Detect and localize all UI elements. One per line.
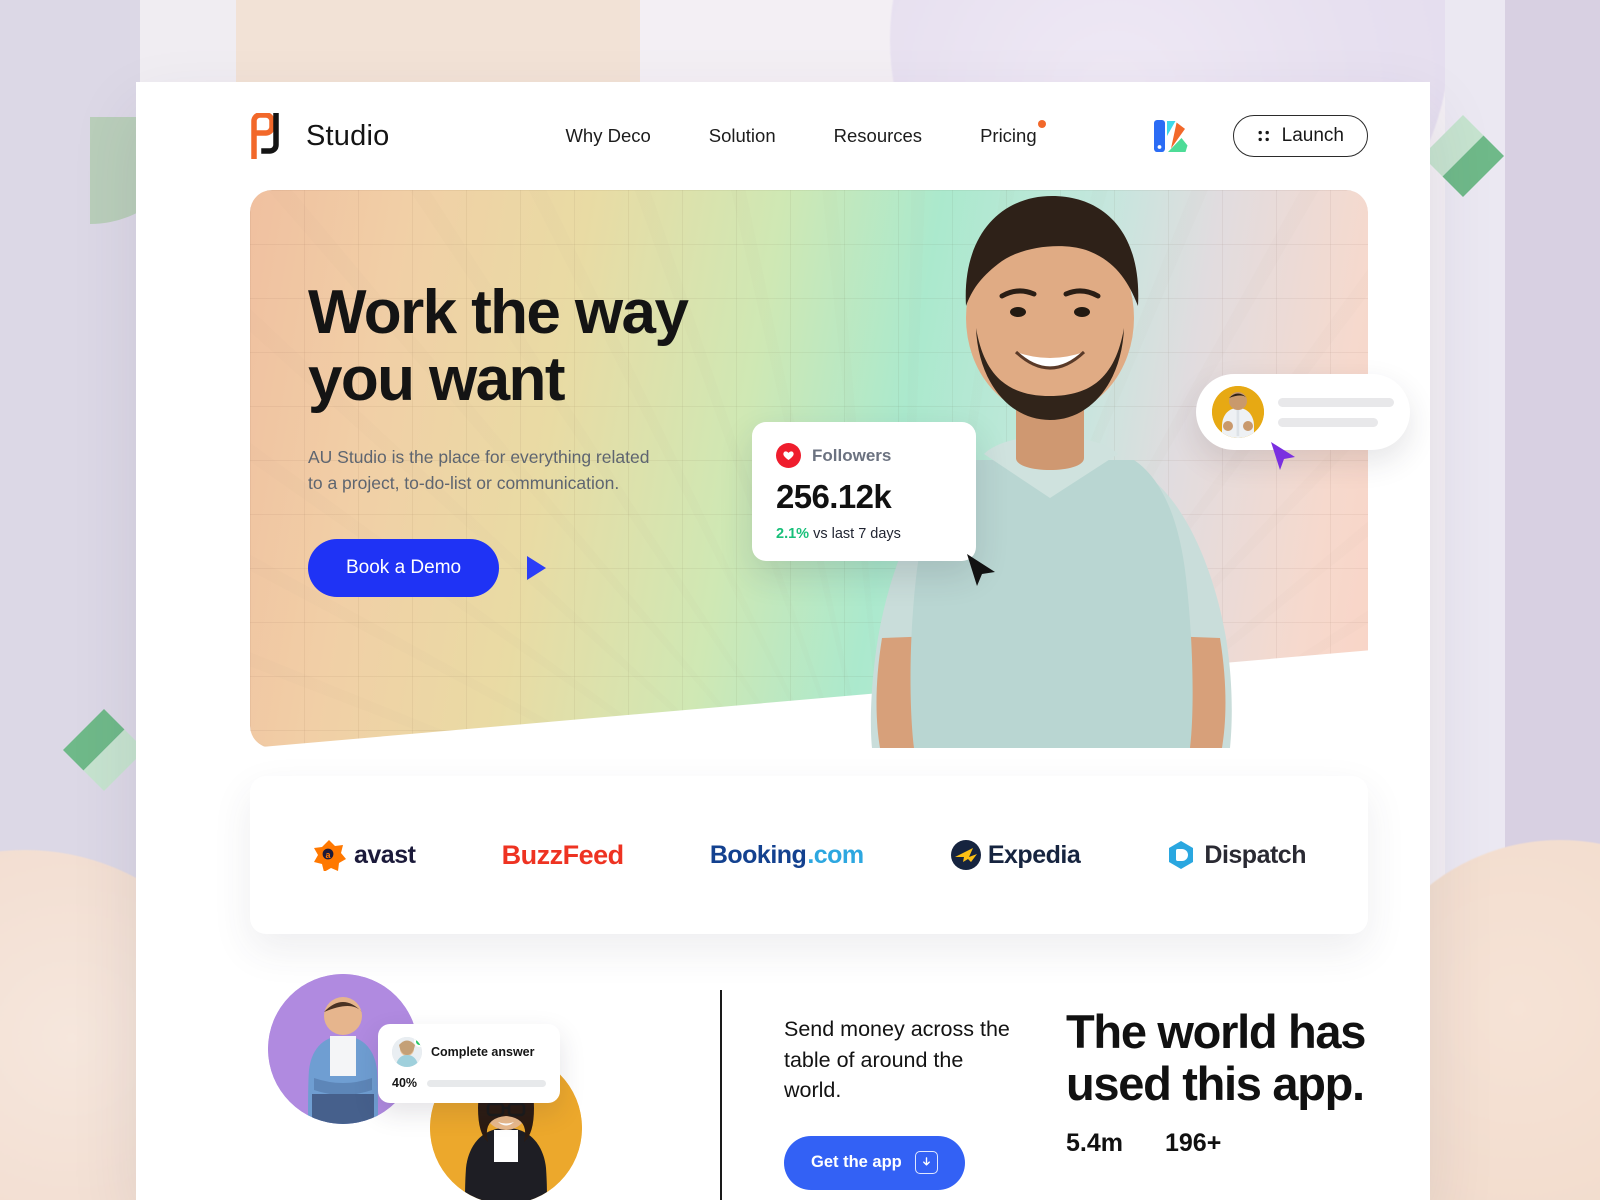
followers-card-header: Followers (776, 443, 952, 468)
chat-message-card (1196, 374, 1410, 470)
hero-copy: Work the way you want AU Studio is the p… (308, 278, 778, 598)
complete-answer-card: Complete answer 40% (378, 1024, 560, 1103)
answer-avatar (392, 1037, 422, 1067)
book-a-demo-button[interactable]: Book a Demo (308, 539, 500, 598)
logo-dispatch: Dispatch (1166, 839, 1306, 871)
cursor-arrow-icon (1271, 442, 1295, 470)
dispatch-icon (1169, 841, 1194, 869)
nav-label: Solution (708, 125, 776, 146)
launch-button-label: Launch (1281, 125, 1344, 146)
main-navigation: Why Deco Solution Resources Pricing (565, 120, 1046, 147)
answer-percent: 40% (392, 1076, 418, 1090)
answer-card-header: Complete answer (392, 1037, 546, 1067)
download-icon (914, 1151, 938, 1175)
grid-dots-icon (1258, 130, 1269, 142)
buzzfeed-label: BuzzFeed (501, 839, 625, 870)
chat-line (1278, 417, 1378, 427)
avast-icon: a (314, 840, 346, 871)
online-status-dot (414, 1037, 422, 1047)
stat-countries: 196+ (1164, 1129, 1222, 1158)
followers-label: Followers (812, 445, 892, 465)
expedia-label: Expedia (987, 840, 1081, 869)
expedia-icon (950, 840, 981, 870)
heart-icon (776, 443, 801, 468)
world-stats-values: 5.4m 196+ (1066, 1129, 1368, 1158)
dispatch-label: Dispatch (1204, 840, 1306, 869)
logo-expedia: Expedia (950, 839, 1081, 871)
answer-progress-row: 40% (392, 1076, 546, 1090)
chat-avatar (1212, 386, 1264, 438)
followers-delta: 2.1% vs last 7 days (776, 526, 952, 542)
nav-item-pricing[interactable]: Pricing (980, 120, 1046, 147)
hero-subtitle: AU Studio is the place for everything re… (308, 446, 650, 494)
nav-label: Pricing (980, 125, 1037, 146)
hero-title: Work the way you want (308, 278, 778, 414)
nav-label: Resources (833, 125, 923, 146)
answer-card-title: Complete answer (431, 1045, 535, 1059)
cursor-arrow-icon (967, 554, 995, 586)
hero-title-line-2: you want (308, 344, 565, 414)
world-stats-title: The world has used this app. (1066, 1006, 1368, 1109)
nav-item-why-deco[interactable]: Why Deco (565, 125, 650, 147)
followers-delta-percent: 2.1% (776, 526, 810, 542)
nav-item-solution[interactable]: Solution (709, 125, 776, 147)
color-swatch-icon[interactable] (1151, 116, 1191, 156)
get-the-app-label: Get the app (811, 1153, 902, 1172)
website-preview-card: Studio Why Deco Solution Resources Prici… (136, 82, 1430, 1200)
get-the-app-button[interactable]: Get the app (784, 1135, 965, 1190)
brand-name: Studio (306, 119, 390, 152)
send-money-text: Send money across the table of around th… (784, 1017, 1010, 1103)
followers-value: 256.12k (776, 478, 892, 515)
logo-avast: a avast (312, 839, 416, 871)
site-header: Studio Why Deco Solution Resources Prici… (136, 82, 1430, 190)
avast-label: avast (354, 840, 416, 869)
stat-users: 5.4m (1066, 1129, 1123, 1158)
au-logo-icon (251, 113, 279, 159)
world-stats-block: The world has used this app. 5.4m 196+ (1010, 962, 1368, 1200)
nav-item-resources[interactable]: Resources (834, 125, 922, 147)
testimonial-avatars: Complete answer 40% (250, 962, 720, 1200)
send-money-block: Send money across the table of around th… (722, 962, 1010, 1200)
world-stats-title-line-1: The world has (1066, 1005, 1366, 1058)
brand-logo[interactable]: Studio (250, 113, 389, 159)
pricing-badge-dot (1037, 120, 1046, 128)
hero-actions: Book a Demo (308, 539, 778, 598)
booking-suffix: .com (807, 840, 864, 869)
header-actions: Launch (1151, 115, 1368, 157)
play-triangle-icon[interactable] (527, 556, 547, 581)
logo-buzzfeed: BuzzFeed (501, 839, 625, 871)
followers-delta-suffix: vs last 7 days (813, 526, 901, 542)
bottom-section: Complete answer 40% Send money across th… (136, 962, 1430, 1200)
chat-placeholder-lines (1278, 397, 1394, 427)
hero-section: Work the way you want AU Studio is the p… (250, 190, 1410, 748)
launch-button[interactable]: Launch (1232, 115, 1368, 157)
partner-logos-strip: a avast BuzzFeed Booking .com Expedia Di (250, 776, 1368, 934)
answer-progress-bar (427, 1079, 546, 1087)
chat-line (1278, 397, 1394, 407)
world-stats-title-line-2: used this app. (1066, 1056, 1365, 1110)
followers-stat-card: Followers 256.12k 2.1% vs last 7 days (752, 422, 995, 586)
hero-title-line-1: Work the way (308, 278, 689, 347)
nav-label: Why Deco (565, 125, 651, 146)
booking-label: Booking (709, 840, 807, 869)
logo-booking: Booking .com (710, 841, 864, 870)
